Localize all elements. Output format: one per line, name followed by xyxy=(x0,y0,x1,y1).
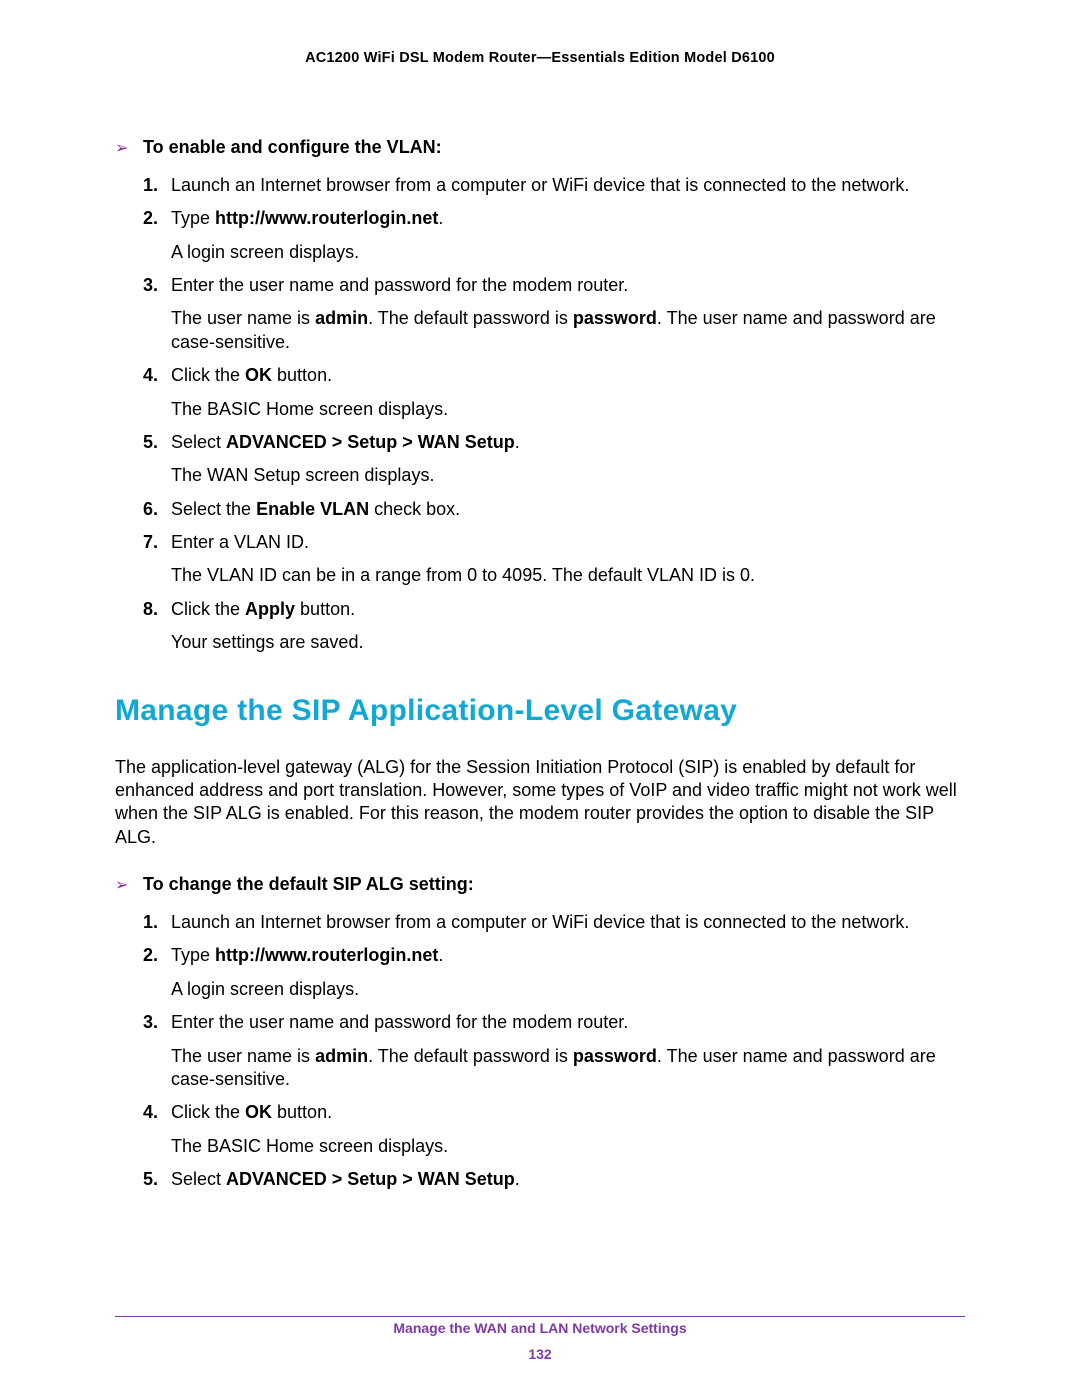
step: 5. Select ADVANCED > Setup > WAN Setup. xyxy=(143,1168,965,1191)
procedure-heading-sip: ➢ To change the default SIP ALG setting: xyxy=(115,873,965,897)
step: 6. Select the Enable VLAN check box. xyxy=(143,498,965,521)
page: AC1200 WiFi DSL Modem Router—Essentials … xyxy=(0,0,1080,1397)
step-number: 7. xyxy=(143,531,158,554)
chevron-right-icon: ➢ xyxy=(115,876,143,897)
step-text: Click the OK button. xyxy=(171,364,965,387)
step: 1. Launch an Internet browser from a com… xyxy=(143,174,965,197)
step: 3. Enter the user name and password for … xyxy=(143,1011,965,1091)
step-number: 3. xyxy=(143,274,158,297)
step-number: 3. xyxy=(143,1011,158,1034)
step-text: The BASIC Home screen displays. xyxy=(171,1135,965,1158)
step-text: Select ADVANCED > Setup > WAN Setup. xyxy=(171,431,965,454)
step-number: 1. xyxy=(143,174,158,197)
step: 3. Enter the user name and password for … xyxy=(143,274,965,354)
section-heading-sip-alg: Manage the SIP Application-Level Gateway xyxy=(115,691,965,730)
step-text: Type http://www.routerlogin.net. xyxy=(171,944,965,967)
step-text: Type http://www.routerlogin.net. xyxy=(171,207,965,230)
step: 5. Select ADVANCED > Setup > WAN Setup. … xyxy=(143,431,965,488)
step: 2. Type http://www.routerlogin.net. A lo… xyxy=(143,944,965,1001)
step-number: 6. xyxy=(143,498,158,521)
step-number: 1. xyxy=(143,911,158,934)
step-number: 2. xyxy=(143,207,158,230)
procedure-heading-vlan: ➢ To enable and configure the VLAN: xyxy=(115,136,965,160)
step-number: 8. xyxy=(143,598,158,621)
step-text: A login screen displays. xyxy=(171,978,965,1001)
step-text: Enter the user name and password for the… xyxy=(171,274,965,297)
procedure-steps-sip: 1. Launch an Internet browser from a com… xyxy=(143,911,965,1192)
step-text: Launch an Internet browser from a comput… xyxy=(171,911,965,934)
document-header: AC1200 WiFi DSL Modem Router—Essentials … xyxy=(115,50,965,66)
procedure-steps-vlan: 1. Launch an Internet browser from a com… xyxy=(143,174,965,655)
step-number: 5. xyxy=(143,1168,158,1191)
procedure-title: To enable and configure the VLAN: xyxy=(143,136,442,159)
step-number: 5. xyxy=(143,431,158,454)
step-text: Click the Apply button. xyxy=(171,598,965,621)
step: 4. Click the OK button. The BASIC Home s… xyxy=(143,364,965,421)
step-text: Select the Enable VLAN check box. xyxy=(171,498,965,521)
step-text: Click the OK button. xyxy=(171,1101,965,1124)
step: 1. Launch an Internet browser from a com… xyxy=(143,911,965,934)
step: 8. Click the Apply button. Your settings… xyxy=(143,598,965,655)
step: 4. Click the OK button. The BASIC Home s… xyxy=(143,1101,965,1158)
step-text: The user name is admin. The default pass… xyxy=(171,1045,965,1092)
step-number: 4. xyxy=(143,1101,158,1124)
step-text: Launch an Internet browser from a comput… xyxy=(171,174,965,197)
step-text: Enter the user name and password for the… xyxy=(171,1011,965,1034)
step-text: Enter a VLAN ID. xyxy=(171,531,965,554)
step-text: A login screen displays. xyxy=(171,241,965,264)
page-footer: Manage the WAN and LAN Network Settings … xyxy=(0,1320,1080,1362)
section-intro: The application-level gateway (ALG) for … xyxy=(115,756,965,850)
step-number: 2. xyxy=(143,944,158,967)
step: 7. Enter a VLAN ID. The VLAN ID can be i… xyxy=(143,531,965,588)
step-text: The BASIC Home screen displays. xyxy=(171,398,965,421)
step-text: Your settings are saved. xyxy=(171,631,965,654)
step-number: 4. xyxy=(143,364,158,387)
step-text: Select ADVANCED > Setup > WAN Setup. xyxy=(171,1168,965,1191)
footer-title: Manage the WAN and LAN Network Settings xyxy=(0,1320,1080,1336)
step-text: The WAN Setup screen displays. xyxy=(171,464,965,487)
step: 2. Type http://www.routerlogin.net. A lo… xyxy=(143,207,965,264)
page-number: 132 xyxy=(0,1346,1080,1362)
procedure-title: To change the default SIP ALG setting: xyxy=(143,873,474,896)
step-text: The VLAN ID can be in a range from 0 to … xyxy=(171,564,965,587)
separator xyxy=(115,1316,965,1317)
step-text: The user name is admin. The default pass… xyxy=(171,307,965,354)
page-content: ➢ To enable and configure the VLAN: 1. L… xyxy=(115,66,965,1192)
chevron-right-icon: ➢ xyxy=(115,139,143,160)
